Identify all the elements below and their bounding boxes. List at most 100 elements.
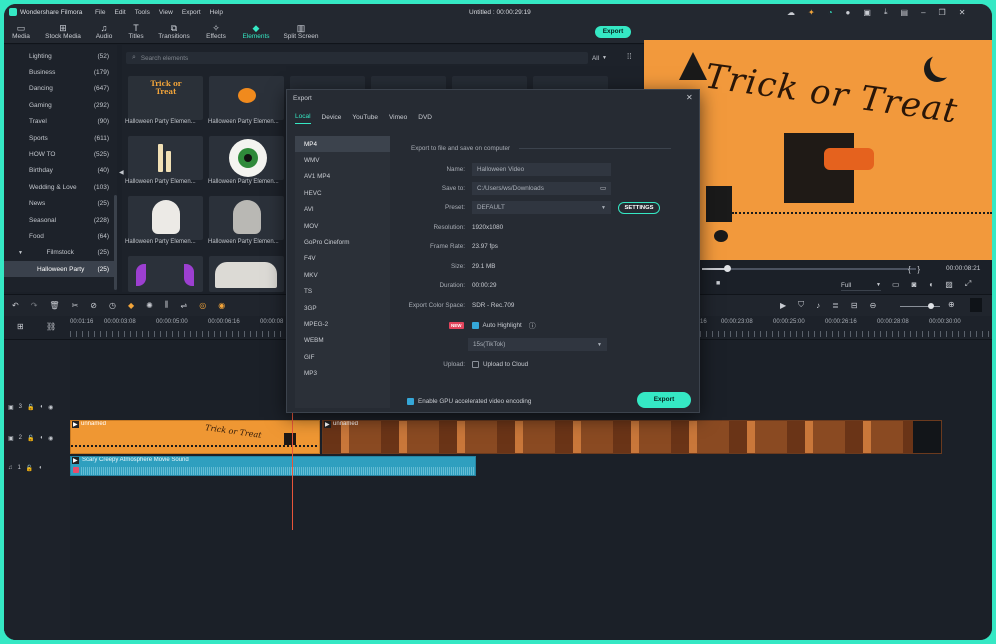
tab-split-screen[interactable]: ▥ Split Screen (276, 20, 326, 44)
sidebar-item-filmstock[interactable]: ▼ Filmstock (25) (4, 245, 117, 261)
format-option-f4v[interactable]: F4V (295, 251, 390, 267)
menu-edit[interactable]: Edit (114, 9, 125, 16)
stop-icon[interactable]: ■ (716, 280, 720, 287)
undo-icon[interactable]: ↶ (12, 301, 19, 310)
cloud-icon[interactable]: ☁ (787, 8, 795, 17)
add-track-icon[interactable]: ⊞ (17, 322, 24, 331)
grid-view-icon[interactable]: ⁞⁞ (627, 52, 631, 61)
name-input[interactable]: Halloween Video (472, 163, 611, 176)
tab-effects[interactable]: ✧ Effects (196, 20, 236, 44)
format-option-av1-mp4[interactable]: AV1 MP4 (295, 169, 390, 185)
sidebar-item-how-to[interactable]: HOW TO (525) (4, 146, 117, 162)
tab-vimeo[interactable]: Vimeo (389, 114, 407, 124)
tab-stock-media[interactable]: ⊞ Stock Media (38, 20, 88, 44)
format-option-wmv[interactable]: WMV (295, 152, 390, 168)
format-option-avi[interactable]: AVI (295, 202, 390, 218)
snap-icon[interactable]: ⊟ (851, 301, 858, 310)
lock-icon[interactable]: 🔓 (27, 404, 34, 411)
lock-icon[interactable]: 🔓 (27, 435, 34, 442)
gpu-checkbox[interactable] (407, 398, 414, 405)
export-button[interactable]: Export (637, 392, 691, 408)
sidebar-item-travel[interactable]: Travel (90) (4, 114, 117, 130)
speaker-icon[interactable]: ◖ (38, 465, 42, 471)
menu-export[interactable]: Export (182, 9, 201, 16)
sidebar-item-birthday[interactable]: Birthday (40) (4, 163, 117, 179)
account-icon[interactable]: ● (846, 8, 851, 17)
display-icon[interactable]: ▭ (892, 280, 900, 289)
expand-arrow-icon[interactable]: ▼ (18, 250, 23, 256)
tab-device[interactable]: Device (322, 114, 342, 124)
preset-dropdown[interactable]: DEFAULT ▼ (472, 201, 611, 214)
format-option-hevc[interactable]: HEVC (295, 185, 390, 201)
preview-scrubber-handle[interactable] (724, 265, 731, 272)
format-option-gopro-cineform[interactable]: GoPro Cineform (295, 234, 390, 250)
format-option-mp4[interactable]: MP4 (295, 136, 390, 153)
menu-view[interactable]: View (159, 9, 173, 16)
zoom-slider[interactable] (900, 306, 940, 307)
settings-button[interactable]: SETTINGS (618, 201, 660, 214)
search-input[interactable]: Search elements (141, 55, 188, 62)
adjust-icon[interactable]: ⇌ (181, 301, 188, 310)
speaker-icon[interactable]: ◖ (40, 435, 44, 441)
element-thumb-ghosts-row[interactable] (209, 256, 284, 292)
menu-file[interactable]: File (95, 9, 105, 16)
link-icon[interactable]: ⛓ (46, 322, 56, 331)
fullscreen-icon[interactable]: ⤢ (965, 279, 971, 289)
format-option-mpeg-2[interactable]: MPEG-2 (295, 316, 390, 332)
crop-icon[interactable]: ⊘ (90, 301, 97, 310)
element-thumb-eyeball[interactable] (209, 136, 284, 180)
quality-dropdown[interactable]: Full ▼ (841, 280, 881, 291)
speaker-icon[interactable]: ◖ (40, 404, 44, 410)
format-option-mkv[interactable]: MKV (295, 267, 390, 283)
sidebar-item-lighting[interactable]: Lighting (52) (4, 48, 117, 64)
sidebar-item-seasonal[interactable]: Seasonal (228) (4, 212, 117, 228)
collapse-arrow-icon[interactable]: ◀ (119, 169, 124, 176)
auto-highlight-checkbox[interactable] (471, 322, 479, 329)
element-thumb-horns[interactable] (128, 256, 203, 292)
sidebar-item-wedding-love[interactable]: Wedding & Love (103) (4, 179, 117, 195)
element-thumb-pumpkin[interactable] (209, 76, 284, 120)
snapshot-icon[interactable]: ◙ (912, 280, 917, 289)
sidebar-item-halloween-party[interactable]: Halloween Party (25) (4, 261, 117, 278)
folder-icon[interactable]: ▭ (600, 185, 606, 192)
sidebar-item-dancing[interactable]: Dancing (647) (4, 81, 117, 97)
format-option-3gp[interactable]: 3GP (295, 300, 390, 316)
minimize-icon[interactable]: – (921, 8, 925, 17)
tab-local[interactable]: Local (295, 113, 311, 124)
info-icon[interactable]: ⓘ (529, 321, 536, 331)
audio-clip[interactable]: ▶ Scary Creepy Atmosphere Movie Sound (70, 456, 476, 476)
tab-youtube[interactable]: YouTube (352, 114, 378, 124)
export-button-top[interactable]: Export (595, 26, 631, 38)
stabilize-icon[interactable]: ◉ (218, 301, 225, 310)
element-thumb-candles[interactable] (128, 136, 203, 180)
speed-icon[interactable]: ◷ (109, 301, 116, 310)
zoom-out-icon[interactable]: ⊖ (870, 301, 877, 310)
menu-help[interactable]: Help (210, 9, 223, 16)
tab-audio[interactable]: ♫ Audio (88, 20, 120, 44)
menu-tools[interactable]: Tools (135, 9, 150, 16)
keyframe-icon[interactable]: ◆ (128, 301, 134, 310)
cut-icon[interactable]: ✂ (72, 301, 79, 310)
upload-cloud-checkbox[interactable] (472, 361, 479, 368)
zoom-slider-handle[interactable] (928, 303, 934, 309)
format-option-ts[interactable]: TS (295, 284, 390, 300)
audio-wave-icon[interactable]: ⫼ (165, 300, 169, 310)
sidebar-item-sports[interactable]: Sports (611) (4, 130, 117, 146)
tab-media[interactable]: ▭ Media (4, 20, 38, 44)
format-option-gif[interactable]: GIF (295, 349, 390, 365)
format-option-mov[interactable]: MOV (295, 218, 390, 234)
eye-icon[interactable]: ◉ (48, 404, 53, 411)
notification-icon[interactable]: ▤ (901, 8, 909, 17)
filter-dropdown[interactable]: All ▼ (592, 52, 620, 64)
tab-titles[interactable]: T Titles (120, 20, 152, 44)
panel-toggle-icon[interactable] (970, 298, 982, 312)
tab-transitions[interactable]: ⧉ Transitions (152, 20, 196, 44)
highlight-duration-dropdown[interactable]: 15s(TikTok) ▼ (468, 338, 607, 351)
mark-in-out-brackets[interactable]: { } (908, 265, 920, 274)
save-to-input[interactable]: C:/Users/ws/Downloads ▭ (472, 182, 611, 195)
preview-progress-track[interactable] (702, 268, 916, 270)
sidebar-item-food[interactable]: Food (64) (4, 228, 117, 244)
mic-icon[interactable]: ♪ (816, 301, 820, 310)
motion-track-icon[interactable]: ◎ (199, 301, 206, 310)
download-icon[interactable]: ⤓ (884, 7, 888, 17)
